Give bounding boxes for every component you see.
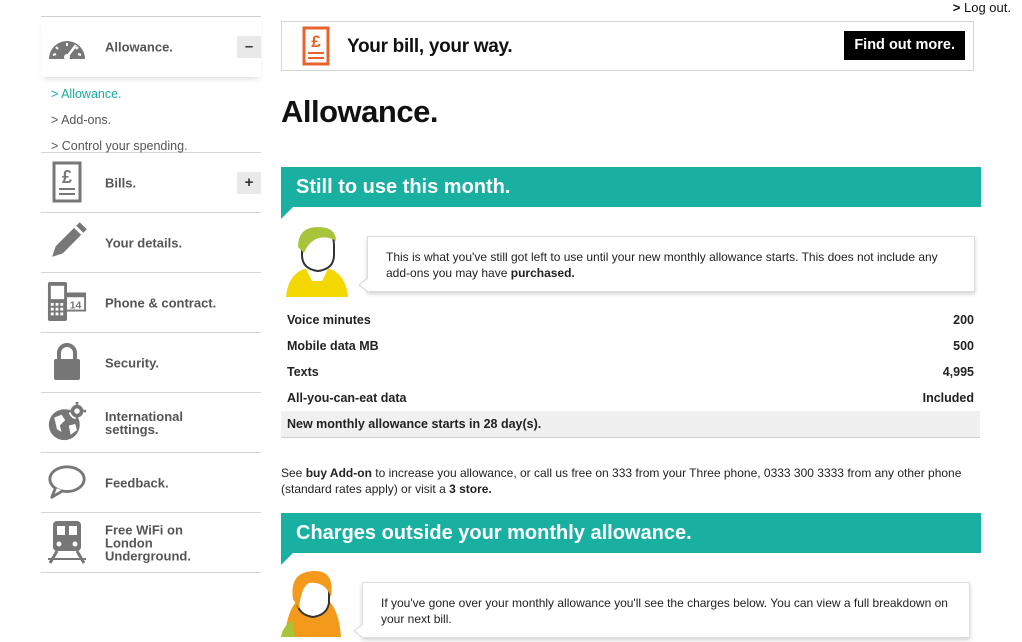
avatar-female-illustration <box>279 569 347 642</box>
page-title: Allowance. <box>281 94 438 129</box>
bill-icon: £ <box>47 161 87 203</box>
row-label: Texts <box>287 365 319 379</box>
bubble-bold-text: purchased. <box>510 266 575 280</box>
info-bubble-charges: If you've gone over your monthly allowan… <box>353 582 970 639</box>
calendar-day-number: 14 <box>70 301 82 312</box>
row-value: Included <box>922 391 974 405</box>
svg-text:£: £ <box>62 167 72 187</box>
note-text: to increase you allowance, or call us fr… <box>281 466 962 496</box>
submenu-item-add-ons[interactable]: > Add-ons. <box>51 109 261 135</box>
section-heading-charges: Charges outside your monthly allowance. <box>281 513 981 565</box>
sidebar-item-label: Security. <box>105 355 159 370</box>
banner-text: Your bill, your way. <box>347 36 513 57</box>
row-value: 200 <box>953 313 974 327</box>
avatar-male-illustration <box>284 225 350 304</box>
sidebar-item-feedback[interactable]: Feedback. <box>41 453 261 513</box>
sidebar-item-label: Free WiFi on London Underground. <box>105 522 191 563</box>
row-label: All-you-can-eat data <box>287 391 407 405</box>
sidebar-item-bills[interactable]: £ Bills. + <box>41 153 261 213</box>
sidebar-nav: Allowance. – > Allowance. > Add-ons. > C… <box>41 16 261 573</box>
three-store-link[interactable]: 3 store. <box>449 482 492 496</box>
buy-add-on-link-label: buy Add-on <box>305 466 372 480</box>
sidebar-item-label: Your details. <box>105 235 183 250</box>
add-on-note: See buy Add-on to increase you allowance… <box>281 465 981 497</box>
allowance-table: Voice minutes 200 Mobile data MB 500 Tex… <box>281 307 980 438</box>
info-bubble-still-to-use: This is what you've still got left to us… <box>358 236 975 293</box>
sidebar-item-international[interactable]: International settings. <box>41 393 261 453</box>
sidebar-item-label: Phone & contract. <box>105 295 217 310</box>
collapse-toggle-button[interactable]: – <box>237 36 261 58</box>
sidebar-item-label: Bills. <box>105 175 137 190</box>
submenu-item-allowance[interactable]: > Allowance. <box>51 83 261 109</box>
section-heading-still-to-use: Still to use this month. <box>281 167 981 219</box>
phone-calendar-icon: 14 <box>47 281 87 323</box>
logout-link[interactable]: > Log out. <box>953 0 1011 15</box>
pencil-icon <box>47 221 87 263</box>
table-row: Voice minutes 200 <box>281 307 980 333</box>
table-footer-row: New monthly allowance starts in 28 day(s… <box>281 411 980 438</box>
sidebar-item-phone-contract[interactable]: 14 Phone & contract. <box>41 273 261 333</box>
find-out-more-button[interactable]: Find out more. <box>844 31 965 60</box>
table-row: Texts 4,995 <box>281 359 980 385</box>
sidebar-item-label: International settings. <box>105 408 184 437</box>
padlock-icon <box>47 341 87 383</box>
logout-label: Log out. <box>964 0 1011 15</box>
sidebar-item-free-wifi[interactable]: Free WiFi on London Underground. <box>41 513 261 573</box>
row-value: 500 <box>953 339 974 353</box>
train-icon <box>47 521 87 564</box>
note-text: See <box>281 466 306 480</box>
svg-text:£: £ <box>311 32 321 51</box>
promo-banner: £ Your bill, your way. Find out more. <box>281 21 974 71</box>
bubble-text: This is what you've still got left to us… <box>386 250 938 280</box>
bubble-text: If you've gone over your monthly allowan… <box>381 596 948 626</box>
pound-bill-icon: £ <box>302 26 330 71</box>
logout-prefix: > <box>952 0 961 15</box>
allowance-renewal-text: New monthly allowance starts in 28 day(s… <box>281 411 980 438</box>
three-store-link-label: 3 store. <box>449 482 492 496</box>
row-value: 4,995 <box>942 365 974 379</box>
allowance-submenu: > Allowance. > Add-ons. > Control your s… <box>41 77 261 153</box>
sidebar-item-your-details[interactable]: Your details. <box>41 213 261 273</box>
buy-add-on-link[interactable]: buy Add-on <box>306 466 372 480</box>
sidebar-item-security[interactable]: Security. <box>41 333 261 393</box>
sidebar-item-label: Allowance. <box>105 39 173 55</box>
speech-bubble-icon <box>47 461 87 503</box>
row-label: Mobile data MB <box>287 339 379 353</box>
speedometer-icon <box>47 25 87 67</box>
sidebar-item-allowance[interactable]: Allowance. – <box>41 17 261 77</box>
row-label: Voice minutes <box>287 313 371 327</box>
sidebar-item-label: Feedback. <box>105 475 169 490</box>
table-row: Mobile data MB 500 <box>281 333 980 359</box>
globe-gear-icon <box>47 401 87 443</box>
expand-toggle-button[interactable]: + <box>237 172 261 194</box>
table-row: All-you-can-eat data Included <box>281 385 980 411</box>
